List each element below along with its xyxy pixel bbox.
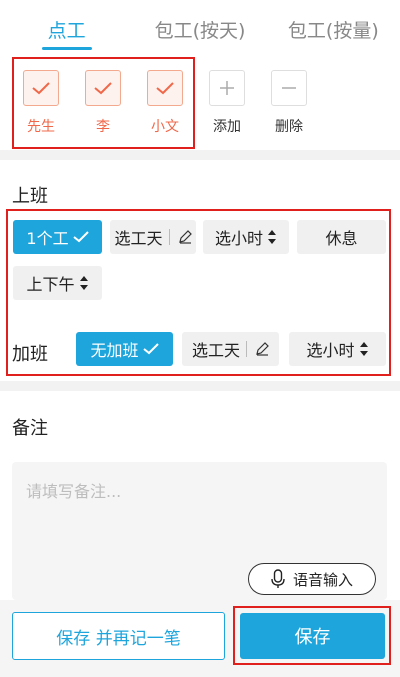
add-worker-button[interactable]: 添加 — [202, 70, 252, 136]
plus-icon — [209, 70, 245, 106]
sort-arrows-icon — [268, 230, 276, 244]
edit-icon — [256, 342, 269, 356]
delete-worker-button[interactable]: 删除 — [264, 70, 314, 136]
worker-selector: 先生 李 小文 添加 删除 — [0, 52, 400, 149]
sort-arrows-icon — [359, 342, 368, 356]
rest-chip[interactable]: 休息 — [297, 220, 386, 254]
save-button[interactable]: 保存 — [240, 613, 385, 659]
separator — [168, 229, 170, 245]
checked-icon — [23, 70, 59, 106]
tab-contract-by-quantity[interactable]: 包工(按量) — [267, 0, 400, 52]
check-icon — [72, 231, 89, 243]
voice-input-button[interactable]: 语音输入 — [248, 563, 376, 595]
divider — [0, 381, 400, 391]
worker-item-2[interactable]: 小文 — [140, 70, 190, 136]
checked-icon — [85, 70, 121, 106]
overtime-select-day-chip[interactable]: 选工天 — [182, 332, 279, 366]
select-hours-chip[interactable]: 选小时 — [203, 220, 289, 254]
worker-name: 李 — [96, 119, 110, 135]
sort-arrows-icon — [79, 276, 88, 290]
microphone-icon — [271, 569, 285, 588]
add-label: 添加 — [213, 119, 241, 135]
tab-bar: 点工 包工(按天) 包工(按量) — [0, 0, 400, 52]
tab-contract-by-day[interactable]: 包工(按天) — [133, 0, 266, 52]
divider — [0, 150, 400, 160]
notes-textarea[interactable]: 请填写备注... 语音输入 — [12, 462, 387, 600]
notes-placeholder: 请填写备注... — [26, 482, 122, 501]
worker-item-1[interactable]: 李 — [78, 70, 128, 136]
check-icon — [142, 343, 159, 355]
delete-label: 删除 — [275, 119, 303, 135]
separator — [246, 341, 247, 357]
shift-title: 上班 — [12, 186, 48, 207]
worker-item-0[interactable]: 先生 — [16, 70, 66, 136]
notes-title: 备注 — [12, 418, 48, 439]
save-and-continue-button[interactable]: 保存 并再记一笔 — [12, 612, 225, 660]
bottom-bar: 保存 并再记一笔 保存 — [0, 600, 400, 677]
minus-icon — [271, 70, 307, 106]
overtime-title: 加班 — [12, 344, 48, 365]
no-overtime-chip[interactable]: 无加班 — [76, 332, 173, 366]
select-day-chip[interactable]: 选工天 — [110, 220, 196, 254]
tab-point-work[interactable]: 点工 — [0, 0, 133, 52]
worker-name: 先生 — [27, 119, 55, 135]
worker-name: 小文 — [151, 119, 179, 135]
overtime-select-hours-chip[interactable]: 选小时 — [289, 332, 386, 366]
edit-icon — [178, 230, 192, 244]
checked-icon — [147, 70, 183, 106]
one-work-chip[interactable]: 1个工 — [13, 220, 102, 254]
am-pm-chip[interactable]: 上下午 — [13, 266, 102, 300]
